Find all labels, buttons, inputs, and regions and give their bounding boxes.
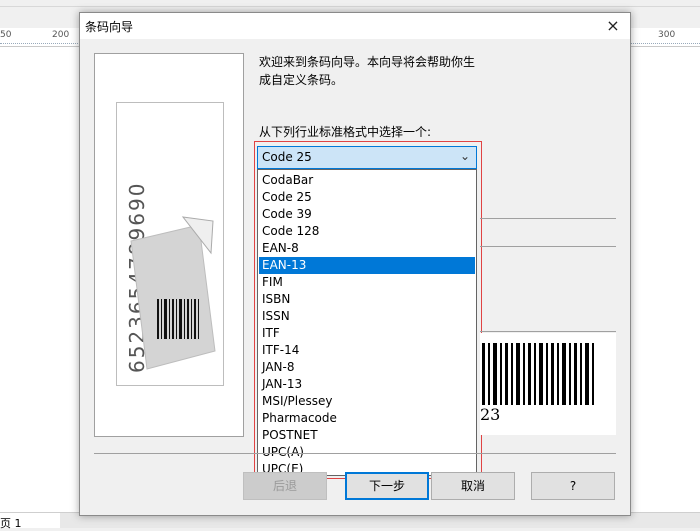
format-option[interactable]: Code 39	[259, 206, 475, 223]
barcode-preview: 23	[480, 333, 616, 435]
format-option-highlighted[interactable]: EAN-13	[259, 257, 475, 274]
format-option[interactable]: EAN-8	[259, 240, 475, 257]
app-toolbar	[0, 0, 700, 7]
format-option[interactable]: FIM	[259, 274, 475, 291]
cancel-button[interactable]: 取消	[431, 472, 515, 500]
format-prompt-label: 从下列行业标准格式中选择一个:	[259, 125, 432, 139]
barcode-sticker-icon	[130, 216, 216, 370]
format-option[interactable]: CodaBar	[259, 172, 475, 189]
ruler-label: 300	[658, 30, 676, 40]
barcode-format-select[interactable]: Code 25 ⌄	[257, 146, 477, 169]
barcode-format-dropdown[interactable]: CodaBar Code 25 Code 39 Code 128 EAN-8 E…	[257, 169, 477, 476]
format-option[interactable]: ISSN	[259, 308, 475, 325]
format-option[interactable]: Code 128	[259, 223, 475, 240]
next-button[interactable]: 下一步	[345, 472, 429, 500]
ruler-label: 200	[52, 30, 70, 40]
barcode-bars	[482, 343, 594, 407]
page-tab[interactable]: 页 1	[0, 513, 60, 530]
help-button[interactable]: ?	[531, 472, 615, 500]
page-tab-label: 页 1	[0, 517, 22, 530]
format-option[interactable]: Pharmacode	[259, 410, 475, 427]
sample-barcode-card: 6523654789690	[116, 102, 224, 386]
back-button[interactable]: 后退	[243, 472, 327, 500]
ruler-label: 50	[0, 30, 12, 40]
dialog-title: 条码向导	[85, 20, 134, 34]
format-option[interactable]: MSI/Plessey	[259, 393, 475, 410]
format-option[interactable]: ISBN	[259, 291, 475, 308]
format-option[interactable]: POSTNET	[259, 427, 475, 444]
format-option[interactable]: JAN-8	[259, 359, 475, 376]
format-option[interactable]: Code 25	[259, 189, 475, 206]
welcome-text: 欢迎来到条码向导。本向导将会帮助你生成自定义条码。	[259, 55, 476, 87]
wizard-illustration: 6523654789690	[94, 53, 244, 437]
format-option[interactable]: JAN-13	[259, 376, 475, 393]
format-select-value: Code 25	[262, 150, 312, 164]
close-icon: ×	[606, 16, 620, 35]
divider	[480, 218, 616, 219]
dialog-titlebar[interactable]: 条码向导 ×	[80, 13, 630, 39]
divider	[480, 331, 616, 332]
divider	[480, 246, 616, 247]
format-option[interactable]: ITF	[259, 325, 475, 342]
barcode-wizard-dialog: 条码向导 × 6523654789690	[79, 12, 631, 516]
barcode-preview-digits: 23	[480, 405, 501, 424]
footer-divider	[94, 453, 616, 454]
format-option[interactable]: ITF-14	[259, 342, 475, 359]
chevron-down-icon[interactable]: ⌄	[460, 149, 470, 163]
close-button[interactable]: ×	[596, 13, 630, 39]
